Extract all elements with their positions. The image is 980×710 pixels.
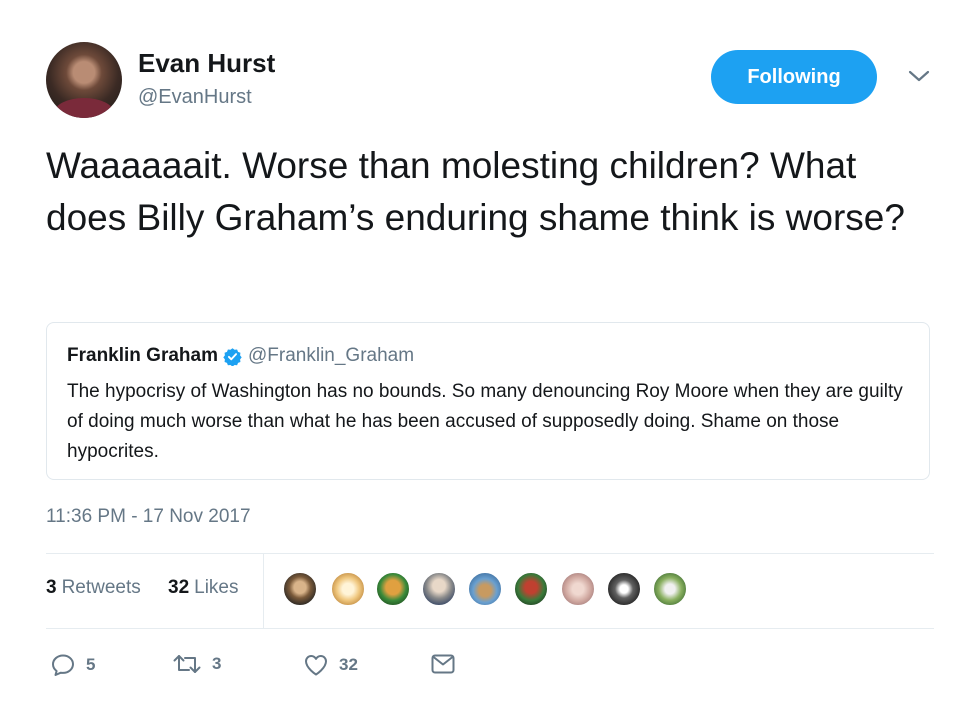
liker-avatar[interactable] — [467, 571, 503, 607]
liker-avatar[interactable] — [282, 571, 318, 607]
retweets-label: Retweets — [61, 577, 141, 598]
liker-avatar[interactable] — [652, 571, 688, 607]
divider — [46, 553, 934, 554]
quoted-tweet-text: The hypocrisy of Washington has no bound… — [67, 381, 903, 462]
following-button[interactable]: Following — [711, 50, 877, 104]
direct-message-button[interactable] — [430, 652, 456, 676]
liker-avatar[interactable] — [606, 571, 642, 607]
retweets-stat[interactable]: 3 Retweets — [46, 577, 141, 599]
heart-icon — [305, 655, 327, 676]
verified-badge-icon — [223, 347, 242, 366]
reply-button[interactable]: 5 — [50, 652, 95, 678]
retweet-count: 3 — [212, 654, 222, 673]
retweet-button[interactable]: 3 — [172, 652, 221, 676]
likes-label: Likes — [194, 577, 239, 598]
liker-avatar[interactable] — [375, 571, 411, 607]
retweet-icon — [173, 655, 201, 673]
author-avatar[interactable] — [46, 42, 122, 118]
quoted-author-name: Franklin Graham — [67, 345, 218, 366]
author-handle[interactable]: @EvanHurst — [138, 86, 252, 109]
likes-stat[interactable]: 32 Likes — [168, 577, 239, 599]
like-count: 32 — [339, 655, 358, 674]
quoted-tweet-header: Franklin Graham @Franklin_Graham — [67, 345, 414, 367]
reply-icon — [52, 654, 74, 676]
liker-avatar[interactable] — [513, 571, 549, 607]
tweet-timestamp[interactable]: 11:36 PM - 17 Nov 2017 — [46, 506, 251, 528]
quoted-tweet[interactable]: Franklin Graham @Franklin_Graham The hyp… — [46, 322, 930, 480]
like-button[interactable]: 32 — [303, 652, 358, 678]
liker-avatar[interactable] — [330, 571, 366, 607]
reply-count: 5 — [86, 655, 96, 674]
retweets-count: 3 — [46, 577, 57, 598]
tweet-text: Waaaaaait. Worse than molesting children… — [46, 145, 905, 238]
liker-avatar[interactable] — [421, 571, 457, 607]
likes-count: 32 — [168, 577, 190, 598]
author-name[interactable]: Evan Hurst — [138, 48, 275, 79]
quoted-author-handle: @Franklin_Graham — [248, 345, 415, 366]
chevron-down-icon[interactable] — [906, 66, 932, 86]
stats-divider — [263, 554, 264, 628]
liker-avatar[interactable] — [560, 571, 596, 607]
envelope-icon — [431, 654, 455, 674]
divider — [46, 628, 934, 629]
